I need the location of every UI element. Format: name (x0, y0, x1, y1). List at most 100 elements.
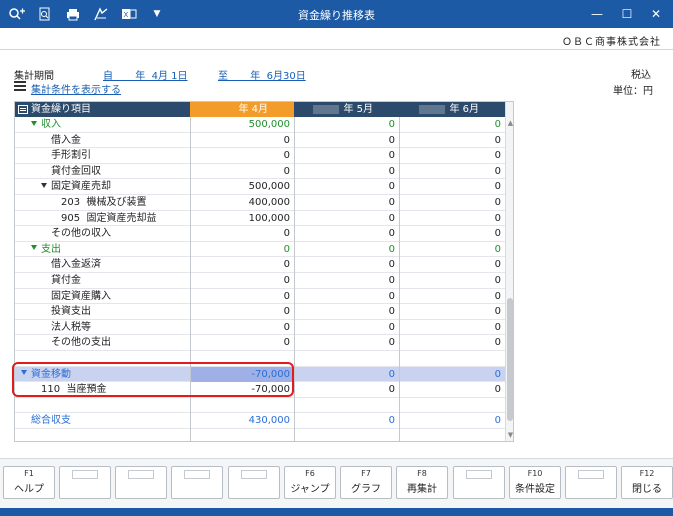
value-cell-month-2[interactable]: 0 (294, 288, 399, 305)
value-cell-month-1[interactable]: 0 (190, 272, 294, 289)
table-row[interactable]: 固定資産売却 500,000 0 0 (15, 179, 505, 195)
scroll-up-icon[interactable]: ▲ (507, 120, 513, 127)
value-cell-month-1[interactable]: 430,000 (190, 413, 294, 429)
table-row[interactable]: 110 当座預金 -70,000 0 0 (15, 382, 505, 398)
value-cell-month-3[interactable]: 0 (399, 257, 505, 273)
scroll-down-icon[interactable]: ▼ (507, 432, 513, 439)
table-row[interactable]: 貸付金回収 0 0 0 (15, 163, 505, 180)
table-row[interactable]: 法人税等 0 0 0 (15, 319, 505, 336)
value-cell-month-3[interactable]: 0 (399, 288, 505, 305)
expand-triangle-icon[interactable] (31, 120, 37, 126)
function-key-7[interactable]: F7 グラフ (340, 466, 392, 499)
function-key-2[interactable] (59, 466, 111, 499)
value-cell-month-1[interactable]: 0 (190, 335, 294, 351)
value-cell-month-2[interactable]: 0 (294, 304, 399, 320)
table-row[interactable]: 固定資産購入 0 0 0 (15, 288, 505, 305)
column-header-month-2[interactable]: 年 5月 (294, 102, 399, 117)
maximize-button[interactable]: ☐ (614, 4, 640, 24)
function-key-5[interactable] (228, 466, 280, 499)
table-row[interactable]: 投資支出 0 0 0 (15, 304, 505, 320)
close-button[interactable]: ✕ (643, 4, 669, 24)
value-cell-month-3[interactable]: 0 (399, 413, 505, 429)
value-cell-month-1[interactable]: -70,000 (190, 366, 294, 383)
value-cell-month-3[interactable]: 0 (399, 382, 505, 398)
value-cell-month-1[interactable]: -70,000 (190, 382, 294, 398)
table-row[interactable]: 借入金返済 0 0 0 (15, 257, 505, 273)
table-row[interactable]: 貸付金 0 0 0 (15, 272, 505, 289)
value-cell-month-2[interactable]: 0 (294, 226, 399, 242)
value-cell-month-3[interactable]: 0 (399, 319, 505, 336)
value-cell-month-3[interactable]: 0 (399, 194, 505, 211)
value-cell-month-1[interactable]: 0 (190, 148, 294, 164)
value-cell-month-2[interactable]: 0 (294, 148, 399, 164)
value-cell-month-3[interactable]: 0 (399, 226, 505, 242)
value-cell-month-2[interactable]: 0 (294, 241, 399, 258)
value-cell-month-3[interactable] (399, 428, 505, 441)
function-key-9[interactable] (453, 466, 505, 499)
function-key-10[interactable]: F10 条件設定 (509, 466, 561, 499)
period-from-link[interactable]: 自 年 4月 1日 (103, 67, 188, 82)
value-cell-month-3[interactable]: 0 (399, 117, 505, 133)
value-cell-month-3[interactable]: 0 (399, 366, 505, 383)
value-cell-month-3[interactable] (399, 350, 505, 367)
value-cell-month-2[interactable]: 0 (294, 117, 399, 133)
value-cell-month-2[interactable] (294, 428, 399, 441)
value-cell-month-3[interactable]: 0 (399, 335, 505, 351)
value-cell-month-2[interactable]: 0 (294, 382, 399, 398)
value-cell-month-2[interactable]: 0 (294, 194, 399, 211)
value-cell-month-3[interactable]: 0 (399, 272, 505, 289)
expand-triangle-icon[interactable] (41, 182, 47, 188)
value-cell-month-1[interactable]: 0 (190, 226, 294, 242)
value-cell-month-2[interactable]: 0 (294, 210, 399, 227)
value-cell-month-3[interactable] (399, 397, 505, 414)
table-row[interactable]: その他の支出 0 0 0 (15, 335, 505, 351)
value-cell-month-1[interactable]: 0 (190, 132, 294, 149)
period-to-link[interactable]: 至 年 6月30日 (218, 67, 306, 82)
value-cell-month-2[interactable]: 0 (294, 335, 399, 351)
function-key-6[interactable]: F6 ジャンプ (284, 466, 336, 499)
value-cell-month-2[interactable]: 0 (294, 179, 399, 195)
value-cell-month-1[interactable] (190, 397, 294, 414)
vertical-scrollbar[interactable]: ▲ ▼ (505, 102, 513, 441)
value-cell-month-2[interactable]: 0 (294, 132, 399, 149)
function-key-3[interactable] (115, 466, 167, 499)
value-cell-month-2[interactable]: 0 (294, 366, 399, 383)
function-key-8[interactable]: F8 再集計 (396, 466, 448, 499)
table-row[interactable] (15, 350, 505, 367)
table-row[interactable]: 支出 0 0 0 (15, 241, 505, 258)
value-cell-month-3[interactable]: 0 (399, 148, 505, 164)
value-cell-month-1[interactable] (190, 428, 294, 441)
cashflow-grid[interactable]: 資金繰り項目 年 4月 年 5月 年 6月 収入 500,000 0 0 借入金 0 0 0 手… (14, 101, 514, 442)
table-row[interactable]: 総合収支 430,000 0 0 (15, 413, 505, 429)
value-cell-month-1[interactable]: 500,000 (190, 179, 294, 195)
value-cell-month-3[interactable]: 0 (399, 132, 505, 149)
minimize-button[interactable]: — (584, 4, 610, 24)
value-cell-month-1[interactable]: 0 (190, 288, 294, 305)
table-row[interactable]: 収入 500,000 0 0 (15, 117, 505, 133)
function-key-11[interactable] (565, 466, 617, 499)
show-conditions-link[interactable]: 集計条件を表示する (31, 81, 121, 96)
value-cell-month-2[interactable]: 0 (294, 413, 399, 429)
function-key-1[interactable]: F1 ヘルプ (3, 466, 55, 499)
table-row[interactable]: その他の収入 0 0 0 (15, 226, 505, 242)
table-row[interactable]: 手形割引 0 0 0 (15, 148, 505, 164)
value-cell-month-1[interactable] (190, 350, 294, 367)
value-cell-month-3[interactable]: 0 (399, 210, 505, 227)
column-header-month-3[interactable]: 年 6月 (399, 102, 505, 117)
value-cell-month-1[interactable]: 400,000 (190, 194, 294, 211)
expand-triangle-icon[interactable] (31, 245, 37, 251)
value-cell-month-1[interactable]: 0 (190, 163, 294, 180)
value-cell-month-2[interactable]: 0 (294, 163, 399, 180)
value-cell-month-1[interactable]: 0 (190, 319, 294, 336)
table-row[interactable]: 905 固定資産売却益 100,000 0 0 (15, 210, 505, 227)
value-cell-month-1[interactable]: 100,000 (190, 210, 294, 227)
function-key-4[interactable] (171, 466, 223, 499)
value-cell-month-3[interactable]: 0 (399, 163, 505, 180)
value-cell-month-1[interactable]: 500,000 (190, 117, 294, 133)
column-header-item[interactable]: 資金繰り項目 (15, 102, 190, 117)
scroll-thumb[interactable] (507, 298, 513, 421)
value-cell-month-3[interactable]: 0 (399, 179, 505, 195)
expand-triangle-icon[interactable] (21, 370, 27, 375)
table-row[interactable]: 203 機械及び装置 400,000 0 0 (15, 194, 505, 211)
value-cell-month-1[interactable]: 0 (190, 304, 294, 320)
